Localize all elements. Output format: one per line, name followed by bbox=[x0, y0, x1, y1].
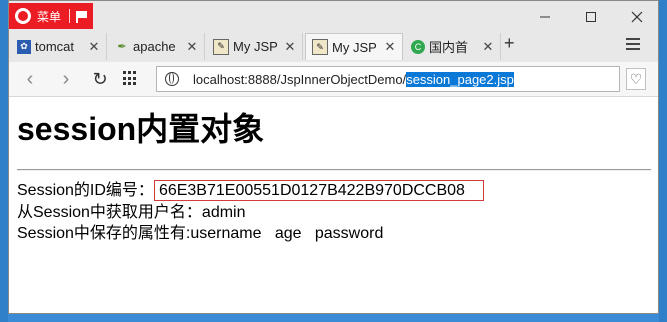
globe-icon bbox=[165, 72, 179, 86]
tab-label: tomcat bbox=[35, 39, 75, 54]
feather-icon: ✒ bbox=[117, 41, 127, 53]
url-text[interactable]: localhost:8888/JspInnerObjectDemo/sessio… bbox=[193, 71, 514, 87]
url-base: localhost:8888/JspInnerObjectDemo/ bbox=[193, 71, 407, 87]
page-heading: session内置对象 bbox=[17, 111, 265, 147]
desktop-background-right bbox=[659, 0, 667, 322]
opera-logo-icon bbox=[15, 8, 31, 24]
maximize-button[interactable] bbox=[568, 1, 614, 33]
heart-bookmark-icon[interactable]: ♡ bbox=[626, 68, 646, 90]
page-content: session内置对象 Session的ID编号： 66E3B71E00551D0… bbox=[9, 97, 658, 313]
horizontal-rule bbox=[17, 169, 651, 171]
maximize-icon bbox=[586, 12, 596, 22]
tab-my-jsp-active[interactable]: ✎ My JSP ✕ bbox=[305, 33, 403, 60]
session-id-value: 66E3B71E00551D0127B422B970DCCB08 bbox=[153, 180, 484, 201]
back-arrow-icon[interactable]: ‹ bbox=[19, 68, 41, 90]
speed-dial-grid-icon[interactable] bbox=[123, 71, 138, 86]
session-id-line: Session的ID编号： 66E3B71E00551D0127B422B970D… bbox=[17, 180, 484, 201]
tab-label: apache bbox=[133, 39, 176, 54]
tab-menu-icon[interactable] bbox=[626, 35, 640, 53]
reload-icon[interactable]: ↻ bbox=[89, 68, 111, 90]
browser-window: 菜单 ✿ tomcat ✕ ✒ apache ✕ ✎ My JSP ✕ ✎ My… bbox=[8, 0, 659, 314]
tab-close-icon[interactable]: ✕ bbox=[87, 39, 101, 55]
opera-menu-button[interactable]: 菜单 bbox=[9, 3, 93, 29]
new-tab-plus-icon[interactable]: + bbox=[504, 33, 515, 54]
desktop-background-left bbox=[0, 0, 8, 322]
tab-strip: ✿ tomcat ✕ ✒ apache ✕ ✎ My JSP ✕ ✎ My JS… bbox=[9, 31, 658, 61]
green-site-icon: C bbox=[411, 39, 425, 54]
jsp-page-icon: ✎ bbox=[312, 39, 328, 55]
toolbar: ‹ › ↻ localhost:8888/JspInnerObjectDemo/… bbox=[9, 62, 658, 97]
minimize-button[interactable] bbox=[522, 1, 568, 33]
jsp-page-icon: ✎ bbox=[213, 38, 229, 55]
tab-label: 国内首 bbox=[429, 40, 469, 55]
tab-close-icon[interactable]: ✕ bbox=[283, 39, 297, 55]
menu-label: 菜单 bbox=[37, 9, 62, 24]
tab-label: My JSP bbox=[233, 39, 278, 54]
session-id-label: Session的ID编号： bbox=[17, 182, 154, 199]
close-window-button[interactable] bbox=[614, 1, 658, 33]
title-bar: 菜单 bbox=[9, 1, 658, 33]
tab-tomcat[interactable]: ✿ tomcat ✕ bbox=[11, 33, 107, 60]
tab-my-jsp-1[interactable]: ✎ My JSP ✕ bbox=[207, 33, 303, 60]
username-line: 从Session中获取用户名：admin bbox=[17, 204, 246, 221]
flag-icon[interactable] bbox=[76, 11, 88, 23]
url-selected-part: session_page2.jsp bbox=[406, 71, 514, 87]
menu-separator bbox=[69, 9, 71, 23]
forward-arrow-icon[interactable]: › bbox=[55, 68, 77, 90]
tab-close-icon[interactable]: ✕ bbox=[383, 39, 397, 55]
tab-close-icon[interactable]: ✕ bbox=[185, 39, 199, 55]
tab-close-icon[interactable]: ✕ bbox=[481, 39, 495, 55]
paw-icon: ✿ bbox=[17, 39, 31, 54]
tab-label: My JSP bbox=[332, 39, 377, 55]
tab-apache[interactable]: ✒ apache ✕ bbox=[109, 33, 205, 60]
close-icon bbox=[631, 11, 643, 23]
address-bar[interactable]: localhost:8888/JspInnerObjectDemo/sessio… bbox=[156, 66, 620, 92]
attributes-line: Session中保存的属性有:username age password bbox=[17, 225, 384, 242]
tab-domestic-site[interactable]: C 国内首 ✕ bbox=[405, 33, 501, 60]
minimize-icon bbox=[540, 16, 550, 18]
